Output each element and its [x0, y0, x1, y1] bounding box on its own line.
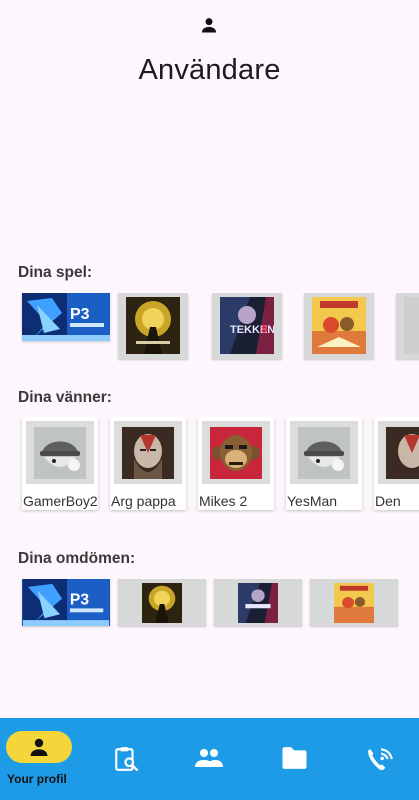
friend-name: YesMan	[287, 493, 338, 509]
bottom-nav: Your profil	[0, 718, 419, 800]
game-card-ittakestwo[interactable]	[304, 293, 374, 359]
reviews-row[interactable]: P3	[0, 579, 419, 629]
friend-name: Den	[375, 493, 401, 509]
games-section-title: Dina spel:	[18, 264, 93, 281]
nav-item-profile[interactable]: Your profil	[0, 718, 80, 800]
friend-card-arg-pappa[interactable]: Arg pappa	[110, 417, 186, 510]
friend-card-gamerboy2[interactable]: GamerBoy2	[22, 417, 98, 510]
reviews-section-title: Dina omdömen:	[18, 550, 136, 567]
svg-text:TEKKEN: TEKKEN	[230, 324, 274, 336]
friends-section-title: Dina vänner:	[18, 389, 112, 406]
folder-icon[interactable]	[281, 746, 308, 770]
ittakestwo-cover	[312, 297, 366, 354]
persona3-cover: P3	[22, 579, 110, 626]
clipboard-search-icon[interactable]	[113, 746, 139, 772]
game-card-partial[interactable]	[396, 293, 419, 359]
friend-card-mikes-2[interactable]: Mikes 2	[198, 417, 274, 510]
friend-name: GamerBoy2	[23, 493, 98, 509]
robber-avatar	[298, 427, 350, 479]
page-title: Användare	[138, 54, 281, 86]
wifi-call-icon[interactable]	[366, 746, 394, 772]
group-icon[interactable]	[194, 746, 224, 770]
games-row[interactable]: P3 TEKKEN 8	[0, 293, 419, 383]
kratos-avatar	[122, 427, 174, 479]
ittakestwo-cover	[334, 583, 374, 623]
tekken8-cover	[238, 583, 278, 623]
darksouls3-cover	[126, 297, 180, 354]
svg-text:P3: P3	[70, 306, 90, 323]
friend-card-yesman[interactable]: YesMan	[286, 417, 362, 510]
review-card-persona3[interactable]: P3	[22, 579, 110, 626]
review-card-ittakestwo[interactable]	[310, 579, 398, 626]
person-icon	[201, 18, 217, 33]
review-card-tekken8[interactable]	[214, 579, 302, 626]
game-card-persona3[interactable]: P3	[22, 293, 110, 341]
friend-name: Arg pappa	[111, 493, 176, 509]
game-cover	[404, 297, 419, 354]
svg-text:8: 8	[261, 324, 267, 336]
persona3-cover: P3	[22, 293, 110, 341]
kratos-avatar	[386, 427, 419, 479]
friend-card-den[interactable]: Den	[374, 417, 419, 510]
tekken8-cover: TEKKEN 8	[220, 297, 274, 354]
nav-label-profile: Your profil	[7, 772, 67, 786]
game-card-darksouls3[interactable]	[118, 293, 188, 359]
game-card-tekken8[interactable]: TEKKEN 8	[212, 293, 282, 359]
friends-row[interactable]: GamerBoy2 Arg pappa Mikes 2 YesMan Den	[0, 417, 419, 513]
nav-active-indicator	[6, 731, 72, 763]
robber-avatar	[34, 427, 86, 479]
darksouls3-cover	[142, 583, 182, 623]
review-card-darksouls3[interactable]	[118, 579, 206, 626]
person-icon	[30, 738, 48, 756]
friend-name: Mikes 2	[199, 493, 248, 509]
monkey-avatar	[210, 427, 262, 479]
svg-text:P3: P3	[70, 591, 89, 608]
